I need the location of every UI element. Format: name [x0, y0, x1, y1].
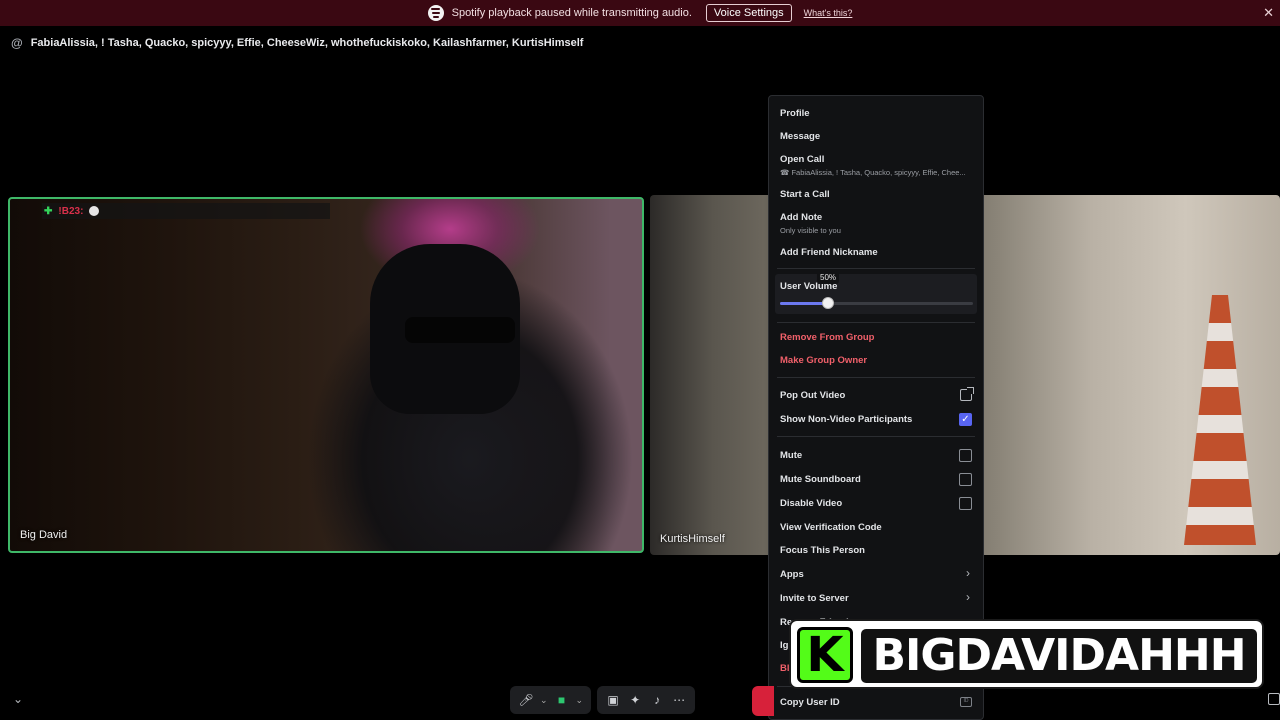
menu-item-add-note[interactable]: Add Note Only visible to you — [780, 212, 841, 235]
mute-checkbox[interactable] — [959, 449, 972, 462]
leave-call-button[interactable] — [752, 686, 774, 716]
kick-overlay-banner: K BIGDAVIDAHHH — [789, 619, 1264, 689]
group-title: @ FabiaAlissia, ! Tasha, Quacko, spicyyy… — [11, 36, 583, 50]
plus-icon: ✚ — [44, 205, 53, 217]
pop-out-icon — [960, 387, 974, 401]
overlay-text: BIGDAVIDAHHH — [861, 629, 1257, 683]
close-icon[interactable]: ✕ — [1263, 5, 1274, 21]
at-icon: @ — [11, 36, 23, 50]
actions-group: ▣ ✦ ♪ ⋯ — [597, 686, 696, 714]
volume-knob[interactable] — [822, 297, 834, 309]
voice-settings-button[interactable]: Voice Settings — [705, 4, 792, 22]
tile-label: Big David — [20, 529, 68, 541]
whats-this-link[interactable]: What's this? — [804, 8, 853, 18]
menu-item-pop-out-video[interactable]: Pop Out Video — [780, 390, 845, 401]
user-volume-section — [775, 274, 977, 314]
volume-tooltip: 50% — [816, 271, 840, 284]
open-call-label: Open Call — [780, 154, 825, 165]
kick-logo: K — [797, 627, 853, 683]
chevron-down-icon[interactable]: ⌄ — [540, 695, 548, 706]
tile-label: KurtisHimself — [660, 533, 725, 545]
menu-item-apps[interactable]: Apps — [780, 569, 804, 580]
add-note-sub: Only visible to you — [780, 226, 841, 235]
video-tile-big-david[interactable]: ✚ !B23: Big David — [8, 197, 644, 553]
open-call-participants: FabiaAlissia, ! Tasha, Quacko, spicyyy, … — [791, 168, 966, 177]
menu-item-copy-user-id[interactable]: Copy User ID — [780, 697, 840, 708]
fullscreen-icon[interactable] — [1268, 693, 1280, 705]
menu-item-open-call[interactable]: Open Call ☎ FabiaAlissia, ! Tasha, Quack… — [780, 154, 966, 177]
more-icon[interactable]: ⋯ — [671, 692, 687, 708]
menu-item-mute-soundboard[interactable]: Mute Soundboard — [780, 474, 861, 485]
menu-item-focus-this-person[interactable]: Focus This Person — [780, 545, 865, 556]
microphone-icon[interactable]: 🎤︎ — [518, 692, 534, 708]
id-icon: ID — [960, 697, 972, 707]
overlay-tag: !B23: — [58, 205, 84, 217]
menu-separator — [777, 436, 975, 437]
menu-separator — [777, 322, 975, 323]
menu-item-invite-to-server[interactable]: Invite to Server — [780, 593, 849, 604]
soundboard-icon[interactable]: ♪ — [649, 692, 665, 708]
chevron-down-icon[interactable]: ⌄ — [576, 695, 584, 706]
menu-item-start-call[interactable]: Start a Call — [780, 189, 830, 200]
spotify-icon — [427, 5, 444, 21]
menu-item-profile[interactable]: Profile — [780, 108, 810, 119]
menu-item-ignore[interactable]: Ig — [780, 640, 788, 651]
overlay-name-bar: ✚ !B23: — [42, 203, 330, 219]
group-members-title: FabiaAlissia, ! Tasha, Quacko, spicyyy, … — [30, 37, 584, 49]
volume-fill — [780, 302, 828, 305]
call-controls: 🎤︎ ⌄ ■ ⌄ ▣ ✦ ♪ ⋯ — [510, 686, 696, 716]
menu-item-add-friend-nickname[interactable]: Add Friend Nickname — [780, 247, 878, 258]
notice-bar: Spotify playback paused while transmitti… — [0, 0, 1280, 26]
add-note-label: Add Note — [780, 212, 823, 223]
menu-item-mute[interactable]: Mute — [780, 450, 802, 461]
chevron-right-icon: › — [966, 590, 970, 604]
menu-item-message[interactable]: Message — [780, 131, 820, 142]
menu-separator — [777, 377, 975, 378]
notice-message: Spotify playback paused while transmitti… — [451, 7, 692, 19]
menu-item-remove-from-group[interactable]: Remove From Group — [780, 332, 875, 343]
traffic-cone — [1184, 295, 1256, 545]
mute-soundboard-checkbox[interactable] — [959, 473, 972, 486]
user-volume-slider[interactable] — [780, 297, 973, 309]
open-call-sub: ☎ FabiaAlissia, ! Tasha, Quacko, spicyyy… — [780, 168, 966, 177]
menu-separator — [777, 268, 975, 269]
menu-item-show-non-video[interactable]: Show Non-Video Participants — [780, 414, 912, 425]
emoji-icon — [89, 206, 100, 216]
mic-group: 🎤︎ ⌄ ■ ⌄ — [510, 686, 592, 714]
screen-share-icon[interactable]: ▣ — [605, 692, 621, 708]
menu-item-disable-video[interactable]: Disable Video — [780, 498, 842, 509]
discord-call-window: Spotify playback paused while transmitti… — [0, 0, 1280, 720]
chevron-down-icon[interactable]: ⌄ — [13, 692, 23, 706]
chevron-right-icon: › — [966, 566, 970, 580]
menu-item-make-group-owner[interactable]: Make Group Owner — [780, 355, 867, 366]
menu-item-view-verification-code[interactable]: View Verification Code — [780, 522, 882, 533]
participant-glasses — [405, 317, 515, 343]
activities-icon[interactable]: ✦ — [627, 692, 643, 708]
disable-video-checkbox[interactable] — [959, 497, 972, 510]
camera-icon[interactable]: ■ — [554, 692, 570, 708]
show-non-video-checkbox[interactable]: ✓ — [959, 413, 972, 426]
